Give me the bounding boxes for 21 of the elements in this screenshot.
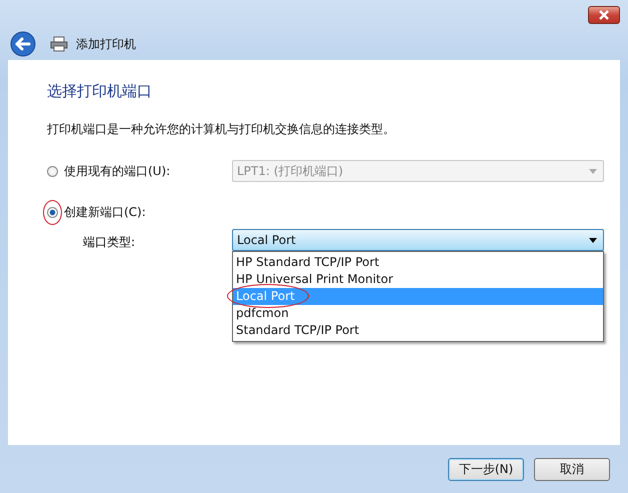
window-title: 添加打印机 bbox=[76, 36, 136, 52]
port-type-dropdown[interactable]: Local Port bbox=[232, 229, 604, 251]
cancel-button[interactable]: 取消 bbox=[534, 458, 610, 480]
dropdown-arrow-icon bbox=[589, 238, 597, 242]
radio-button[interactable] bbox=[47, 166, 58, 176]
dropdown-item[interactable]: HP Universal Print Monitor bbox=[233, 271, 603, 288]
dropdown-item[interactable]: pdfcmon bbox=[233, 305, 603, 322]
printer-icon bbox=[50, 36, 68, 52]
close-button[interactable] bbox=[588, 6, 620, 24]
dropdown-arrow-icon bbox=[589, 168, 597, 174]
close-icon bbox=[597, 10, 611, 20]
option-label: 使用现有的端口(U): bbox=[64, 162, 170, 180]
dropdown-item[interactable]: HP Standard TCP/IP Port bbox=[233, 254, 603, 271]
description-text: 打印机端口是一种允许您的计算机与打印机交换信息的连接类型。 bbox=[47, 121, 396, 138]
back-button[interactable] bbox=[10, 31, 36, 57]
page-heading: 选择打印机端口 bbox=[47, 82, 153, 101]
dropdown-item[interactable]: Standard TCP/IP Port bbox=[233, 322, 603, 339]
option-label: 创建新端口(C): bbox=[64, 204, 146, 221]
radio-button[interactable] bbox=[47, 207, 58, 218]
next-button[interactable]: 下一步(N) bbox=[448, 458, 524, 480]
port-type-label: 端口类型: bbox=[83, 234, 136, 251]
